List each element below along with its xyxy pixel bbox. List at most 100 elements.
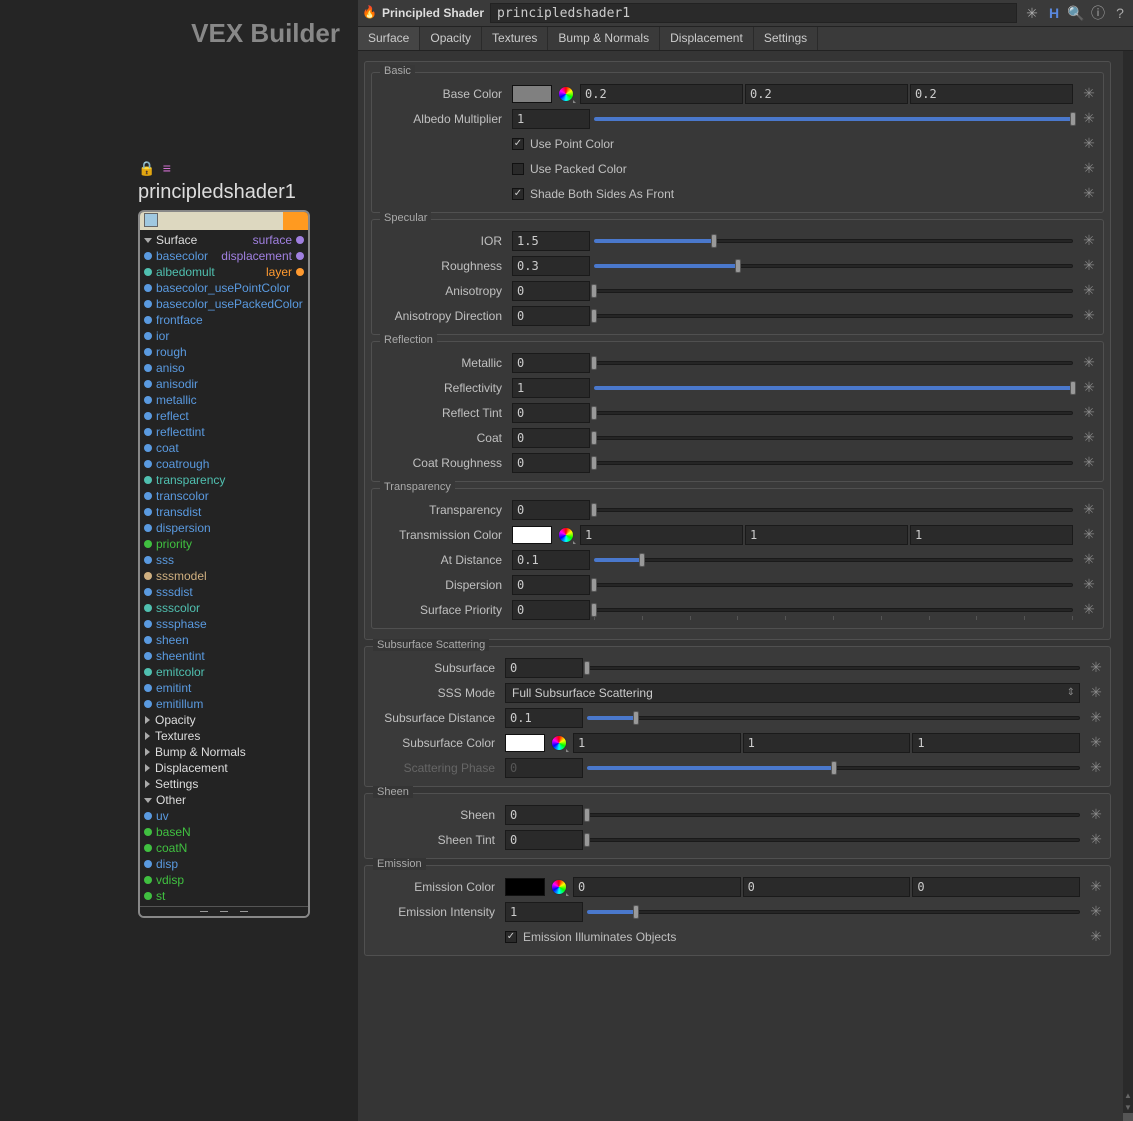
node-param-emitint[interactable]: emitint: [144, 680, 304, 696]
gear-icon[interactable]: [1088, 904, 1104, 920]
slider[interactable]: [594, 283, 1073, 299]
slider[interactable]: [587, 807, 1080, 823]
slider[interactable]: [594, 233, 1073, 249]
node-param-sssdist[interactable]: sssdist: [144, 584, 304, 600]
info-icon[interactable]: ⓘ: [1089, 4, 1107, 22]
slider[interactable]: [594, 380, 1073, 396]
checkbox[interactable]: [512, 188, 524, 200]
node-param-sheen[interactable]: sheen: [144, 632, 304, 648]
value-input[interactable]: [505, 902, 583, 922]
gear-icon[interactable]: [1088, 807, 1104, 823]
principledshader-node[interactable]: 🔒 ≡ principledshader1 Surfacesurfacebase…: [138, 160, 310, 918]
tab-displacement[interactable]: Displacement: [660, 27, 754, 50]
node-param-Textures[interactable]: Textures: [144, 728, 304, 744]
color-wheel-icon[interactable]: [551, 735, 567, 751]
checkbox[interactable]: [512, 163, 524, 175]
node-param-transdist[interactable]: transdist: [144, 504, 304, 520]
slider[interactable]: [594, 308, 1073, 324]
node-param-ssscolor[interactable]: ssscolor: [144, 600, 304, 616]
node-param-sssphase[interactable]: sssphase: [144, 616, 304, 632]
gear-icon[interactable]: [1088, 929, 1104, 945]
node-param-emitillum[interactable]: emitillum: [144, 696, 304, 712]
checkbox[interactable]: [505, 931, 517, 943]
gear-icon[interactable]: [1088, 760, 1104, 776]
gear-icon[interactable]: [1081, 380, 1097, 396]
gear-icon[interactable]: [1088, 832, 1104, 848]
node-param-transparency[interactable]: transparency: [144, 472, 304, 488]
gear-icon[interactable]: [1081, 405, 1097, 421]
checkbox[interactable]: [512, 138, 524, 150]
node-param-sheentint[interactable]: sheentint: [144, 648, 304, 664]
gear-icon[interactable]: [1081, 258, 1097, 274]
color-b-input[interactable]: [910, 525, 1073, 545]
color-r-input[interactable]: [580, 525, 743, 545]
node-param-sssmodel[interactable]: sssmodel: [144, 568, 304, 584]
color-r-input[interactable]: [573, 733, 741, 753]
slider[interactable]: [587, 832, 1080, 848]
node-param-basecolor_usePackedColor[interactable]: basecolor_usePackedColor: [144, 296, 304, 312]
slider[interactable]: [594, 405, 1073, 421]
color-r-input[interactable]: [580, 84, 743, 104]
scroll-down-icon[interactable]: ▼: [1123, 1101, 1133, 1113]
resize-grip-icon[interactable]: [1123, 1113, 1133, 1121]
value-input[interactable]: [505, 805, 583, 825]
gear-icon[interactable]: [1081, 455, 1097, 471]
slider[interactable]: [594, 577, 1073, 593]
color-b-input[interactable]: [912, 733, 1080, 753]
slider[interactable]: [594, 502, 1073, 518]
houdini-help-icon[interactable]: H: [1045, 4, 1063, 22]
slider[interactable]: [594, 552, 1073, 568]
node-param-disp[interactable]: disp: [144, 856, 304, 872]
gear-icon[interactable]: [1081, 552, 1097, 568]
value-input[interactable]: [505, 830, 583, 850]
value-input[interactable]: [512, 353, 590, 373]
gear-icon[interactable]: [1081, 527, 1097, 543]
value-input[interactable]: [512, 109, 590, 129]
node-param-vdisp[interactable]: vdisp: [144, 872, 304, 888]
gear-icon[interactable]: ✳: [1023, 4, 1041, 22]
value-input[interactable]: [512, 453, 590, 473]
color-g-input[interactable]: [745, 84, 908, 104]
node-body[interactable]: Surfacesurfacebasecolordisplacementalbed…: [138, 210, 310, 918]
color-g-input[interactable]: [745, 525, 908, 545]
node-param-transcolor[interactable]: transcolor: [144, 488, 304, 504]
node-param-Settings[interactable]: Settings: [144, 776, 304, 792]
slider[interactable]: [594, 455, 1073, 471]
color-swatch[interactable]: [505, 734, 545, 752]
parameter-panel[interactable]: BasicBase ColorAlbedo MultiplierUse Poin…: [358, 51, 1123, 1121]
gear-icon[interactable]: [1081, 430, 1097, 446]
node-param-reflect[interactable]: reflect: [144, 408, 304, 424]
gear-icon[interactable]: [1081, 602, 1097, 618]
gear-icon[interactable]: [1088, 660, 1104, 676]
gear-icon[interactable]: [1081, 111, 1097, 127]
gear-icon[interactable]: [1081, 502, 1097, 518]
node-param-st[interactable]: st: [144, 888, 304, 904]
color-swatch[interactable]: [512, 85, 552, 103]
color-r-input[interactable]: [573, 877, 741, 897]
node-param-uv[interactable]: uv: [144, 808, 304, 824]
node-param-frontface[interactable]: frontface: [144, 312, 304, 328]
node-param-basecolor[interactable]: basecolordisplacement: [144, 248, 304, 264]
gear-icon[interactable]: [1081, 186, 1097, 202]
value-input[interactable]: [512, 600, 590, 620]
gear-icon[interactable]: [1081, 86, 1097, 102]
color-wheel-icon[interactable]: [551, 879, 567, 895]
gear-icon[interactable]: [1081, 161, 1097, 177]
slider[interactable]: [594, 430, 1073, 446]
gear-icon[interactable]: [1088, 710, 1104, 726]
gear-icon[interactable]: [1088, 735, 1104, 751]
value-input[interactable]: [512, 428, 590, 448]
scroll-up-icon[interactable]: ▲: [1123, 1089, 1133, 1101]
color-wheel-icon[interactable]: [558, 527, 574, 543]
node-param-dispersion[interactable]: dispersion: [144, 520, 304, 536]
node-param-aniso[interactable]: aniso: [144, 360, 304, 376]
tab-surface[interactable]: Surface: [358, 27, 420, 50]
tab-opacity[interactable]: Opacity: [420, 27, 482, 50]
slider[interactable]: [587, 904, 1080, 920]
color-wheel-icon[interactable]: [558, 86, 574, 102]
color-b-input[interactable]: [910, 84, 1073, 104]
node-param-Other[interactable]: Other: [144, 792, 304, 808]
color-b-input[interactable]: [912, 877, 1080, 897]
value-input[interactable]: [505, 708, 583, 728]
tab-bump-normals[interactable]: Bump & Normals: [548, 27, 660, 50]
